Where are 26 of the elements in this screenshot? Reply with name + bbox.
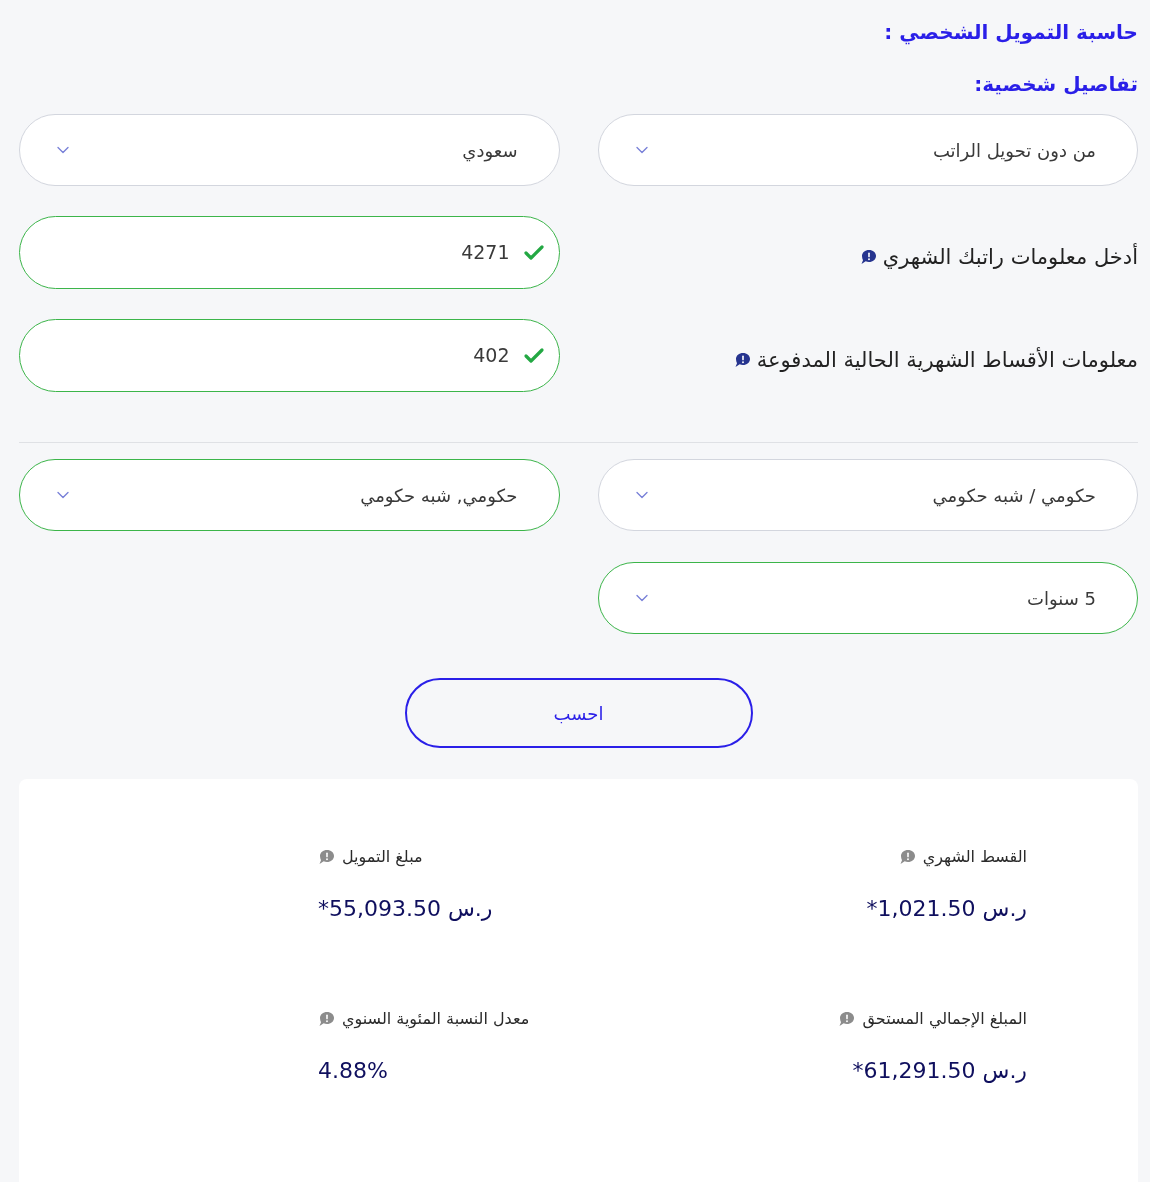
result-label: القسط الشهري [922,846,1027,869]
result-label: معدل النسبة المئوية السنوي [342,1008,530,1031]
dropdown[interactable]: حكومي / شبه حكومي [597,459,1138,531]
result-label: المبلغ الإجمالي المستحق [862,1008,1027,1031]
dropdown[interactable]: 5 سنوات [597,562,1138,634]
page-title: حاسبة التمويل الشخصي : [883,19,1138,47]
dropdown[interactable]: حكومي, شبه حكومي [19,459,560,531]
result-value: 4.88% [318,1057,388,1085]
section-title: تفاصيل شخصية: [973,71,1138,98]
result-value: ر.س 1,021.50* [866,895,1027,923]
info-icon [838,1011,856,1027]
info-icon [859,248,877,265]
result-value: ر.س 55,093.50* [318,895,493,923]
info-icon [318,1011,335,1027]
field-label: معلومات الأقساط الشهرية الحالية المدفوعة [756,346,1138,374]
info-icon [318,849,335,865]
info-icon [898,849,916,865]
dropdown[interactable]: سعودي [19,114,560,186]
info-icon [733,351,751,368]
result-label: مبلغ التمويل [342,846,423,869]
dropdown[interactable]: من دون تحويل الراتب [597,114,1138,186]
result-value: ر.س 61,291.50* [852,1057,1027,1085]
number-input[interactable]: 4271 [19,216,560,289]
field-label: أدخل معلومات راتبك الشهري [882,242,1138,271]
calculate-button[interactable]: احسب [404,678,753,748]
number-input[interactable]: 402 [19,319,560,392]
